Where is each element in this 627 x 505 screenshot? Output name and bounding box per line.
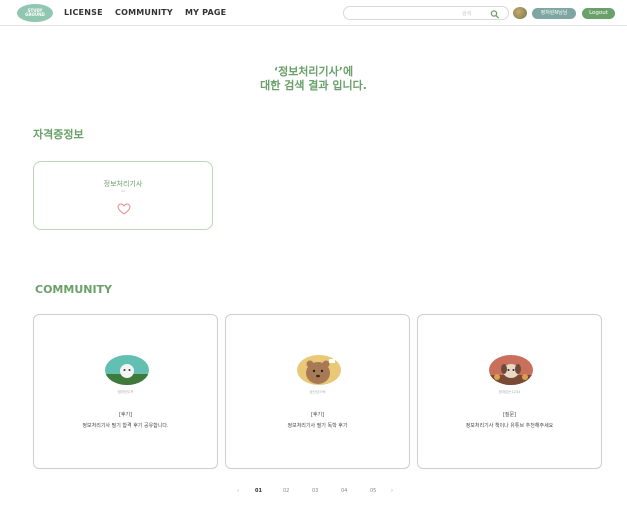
nav-community[interactable]: COMMUNITY [115,8,173,17]
pagination-next[interactable]: › [391,488,393,494]
license-name: 정보처리기사 [103,180,143,188]
post-title: 정보처리기사 필기 독학 후기 [287,423,348,429]
pagination-page-1[interactable]: 01 [255,488,262,494]
pagination-page-5[interactable]: 05 [370,488,376,494]
search-icon[interactable] [489,8,501,20]
search-input[interactable]: 검색 [343,6,509,20]
community-post-card[interactable]: 공산냥스틱 [후기] 정보처리기사 필기 독학 후기 [225,314,410,469]
post-tag: [후기] [310,412,325,418]
search-hint: 검색 [462,11,472,17]
study-ground-logo[interactable]: STUDY GROUND [17,4,53,22]
search-result-heading: ‘정보처리기사’에 대한 검색 결과 입니다. [0,65,627,93]
post-title: 정보처리기사 책이나 유튜브 추천해주세요 [465,423,554,429]
user-avatar[interactable] [513,7,527,19]
cat-bed-icon [105,355,149,385]
nav-my-page[interactable]: MY PAGE [185,8,226,17]
community-post-card[interactable]: 정처있는1234 [질문] 정보처리기사 책이나 유튜브 추천해주세요 [417,314,602,469]
post-author: 공산냥스틱 [309,390,326,394]
heart-icon[interactable] [117,203,131,215]
post-tag: [후기] [118,412,133,418]
user-name-badge[interactable]: 정처린N님님 [532,8,576,19]
quokka-icon [297,355,341,385]
post-author: 정처있는1234 [498,390,521,394]
post-author: 썸개닷도프 [117,390,134,394]
post-tag: [질문] [502,412,517,418]
search-result-line1: ‘정보처리기사’에 [273,65,354,78]
license-section-title: 자격증정보 [33,128,84,141]
logo-text-line2: GROUND [25,12,45,17]
community-post-card[interactable]: 썸개닷도프 [후기] 정보처리기사 필기 합격 후기 공유합니다. [33,314,218,469]
puppy-icon [489,355,533,385]
search-result-line2: 대한 검색 결과 입니다. [260,79,367,92]
pagination-page-2[interactable]: 02 [283,488,289,494]
community-section-title: COMMUNITY [35,283,113,296]
pagination-prev[interactable]: ‹ [237,488,239,494]
license-card[interactable]: 정보처리기사 22 [33,161,213,230]
nav-license[interactable]: LICENSE [64,8,103,17]
logout-button[interactable]: Logout [582,8,615,19]
pagination-page-4[interactable]: 04 [341,488,347,494]
pagination-page-3[interactable]: 03 [312,488,318,494]
license-sub-label: 22 [121,189,125,193]
post-title: 정보처리기사 필기 합격 후기 공유합니다. [82,423,169,429]
top-header: STUDY GROUND LICENSE COMMUNITY MY PAGE 검… [0,0,627,26]
